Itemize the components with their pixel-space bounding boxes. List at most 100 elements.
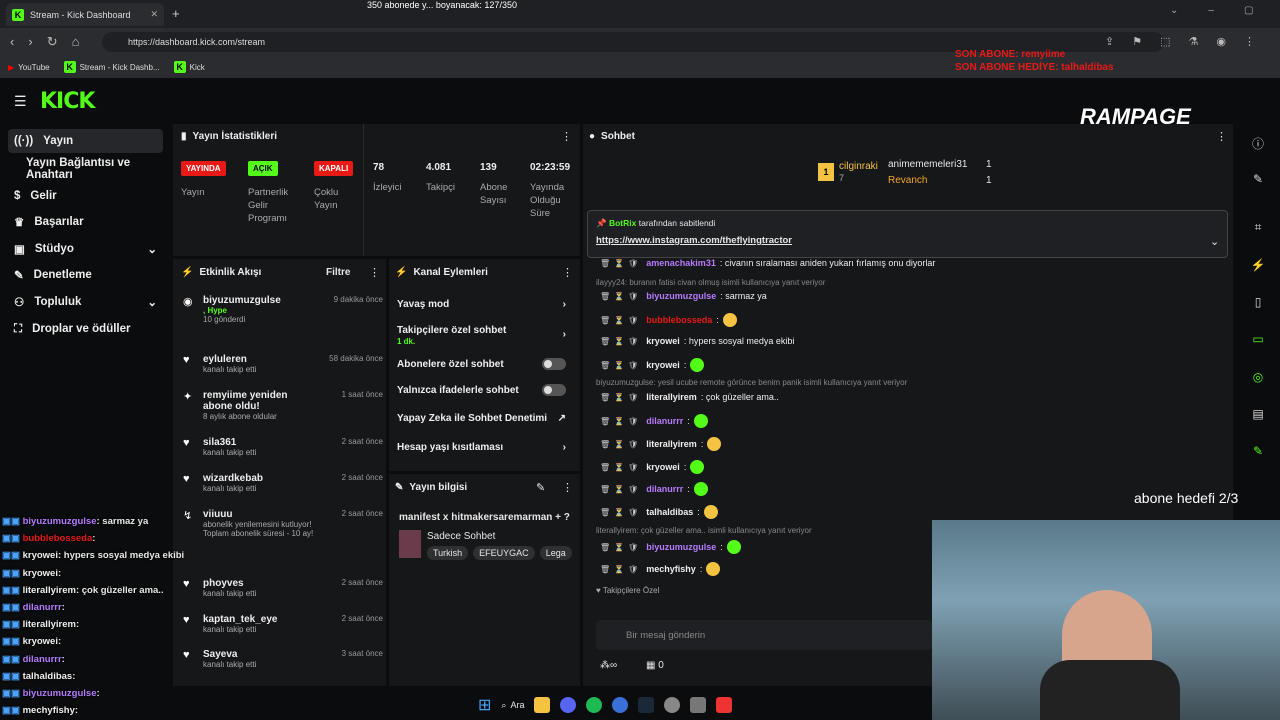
browser-icon[interactable]: [612, 697, 629, 713]
mod-actions-icon[interactable]: 🗑⏳🛡: [600, 393, 642, 402]
sidebar-item-droplar[interactable]: ⛶ Droplar ve ödüller: [8, 317, 163, 341]
more-icon[interactable]: ⋮: [561, 130, 572, 143]
camera-icon[interactable]: ⌗: [1240, 220, 1276, 235]
mod-actions-icon[interactable]: 🗑⏳🛡: [600, 565, 642, 574]
settings-icon[interactable]: [690, 697, 707, 713]
home-icon[interactable]: ⌂: [72, 34, 80, 50]
tag[interactable]: Lega: [539, 546, 572, 560]
new-tab-icon[interactable]: +: [172, 6, 180, 21]
steam-icon[interactable]: [638, 697, 655, 713]
chat-username[interactable]: talhaldibas: [646, 507, 693, 517]
broadcast-icon[interactable]: ◎: [1240, 370, 1276, 384]
account-age-row[interactable]: Hesap yaşı kısıtlaması ›: [389, 442, 574, 453]
chat-username[interactable]: kryowei: [646, 462, 680, 472]
bookmark-stream[interactable]: K Stream - Kick Dashb...: [63, 61, 160, 73]
mod-actions-icon[interactable]: 🗑⏳🛡: [600, 292, 642, 301]
mod-actions-icon[interactable]: 🗑⏳🛡: [600, 316, 642, 325]
mod-actions-icon[interactable]: 🗑⏳🛡: [600, 417, 642, 426]
profile-icon[interactable]: ◉: [1216, 35, 1226, 48]
share-icon[interactable]: ⇪: [1105, 35, 1114, 48]
followers-only-row[interactable]: Takipçilere özel sohbet 1 dk. ›: [389, 325, 574, 347]
storage-icon[interactable]: ▤: [1240, 407, 1276, 421]
sidebar-item-topluluk[interactable]: ⚇ Topluluk ⌄: [8, 290, 163, 314]
emote-only-row[interactable]: Yalnızca ifadelerle sohbet: [389, 384, 574, 396]
pencil-icon[interactable]: ✎: [1240, 172, 1276, 186]
bookmark-kick[interactable]: K Kick: [173, 61, 205, 73]
chat-username[interactable]: kryowei: [646, 336, 680, 346]
hamburger-icon[interactable]: ☰: [14, 93, 27, 110]
chat-username[interactable]: dilanurrr: [646, 416, 683, 426]
chevron-right-icon: ›: [562, 299, 566, 310]
app-icon[interactable]: [664, 697, 681, 713]
mod-actions-icon[interactable]: 🗑⏳🛡: [600, 337, 642, 346]
document-icon[interactable]: ▯: [1240, 295, 1276, 309]
chat-username[interactable]: bubblebosseda: [646, 315, 712, 325]
pinned-link[interactable]: https://www.instagram.com/theflyingtract…: [596, 235, 792, 246]
tab-close-icon[interactable]: ✕: [150, 9, 158, 20]
menu-icon[interactable]: ⋮: [1244, 35, 1255, 48]
chat-username[interactable]: literallyirem: [646, 439, 697, 449]
maximize-icon[interactable]: ▢: [1244, 5, 1253, 16]
chat-username[interactable]: amenachakim31: [646, 258, 716, 268]
bolt-icon[interactable]: ⚡: [1240, 258, 1276, 272]
extension-icon[interactable]: ⬚: [1160, 35, 1170, 48]
mod-actions-icon[interactable]: 🗑⏳🛡: [600, 463, 642, 472]
tag[interactable]: EFEUYGAC: [473, 546, 535, 560]
vivaldi-icon[interactable]: [716, 697, 733, 713]
sidebar-item-yayin[interactable]: ((·)) Yayın: [8, 129, 163, 153]
minimize-icon[interactable]: –: [1208, 5, 1214, 16]
info-icon[interactable]: ⓘ: [1240, 135, 1276, 152]
more-icon[interactable]: ⋮: [1216, 130, 1227, 143]
more-icon[interactable]: ⋮: [562, 266, 573, 279]
sidebar-item-denetleme[interactable]: ✎ Denetleme: [8, 263, 163, 287]
store-icon[interactable]: ▦ 0: [646, 660, 664, 671]
bookmark-icon[interactable]: ⚑: [1132, 35, 1142, 48]
taskbar-search[interactable]: ⌕ Ara: [501, 700, 524, 711]
spotify-icon[interactable]: [586, 697, 603, 713]
wrench-icon[interactable]: ✎: [1240, 444, 1276, 458]
subs-only-toggle[interactable]: [542, 358, 566, 370]
slow-mode-row[interactable]: Yavaş mod ›: [389, 299, 574, 310]
sidebar-item-stream-key[interactable]: Yayın Bağlantısı ve Anahtarı: [8, 157, 173, 181]
chat-username[interactable]: kryowei: [646, 360, 680, 370]
tag[interactable]: Turkish: [427, 546, 469, 560]
edit-icon[interactable]: ✎: [536, 481, 545, 494]
back-icon[interactable]: ‹: [10, 34, 14, 50]
filter-button[interactable]: Filtre: [326, 267, 350, 278]
chevron-down-icon[interactable]: ⌄: [1210, 235, 1219, 248]
chat-input[interactable]: Bir mesaj gönderin: [596, 620, 932, 650]
mod-actions-icon[interactable]: 🗑⏳🛡: [600, 361, 642, 370]
browser-tab[interactable]: K Stream - Kick Dashboard ✕: [6, 3, 164, 26]
points-icon[interactable]: ⁂∞: [600, 660, 617, 671]
more-icon[interactable]: ⋮: [369, 266, 380, 279]
more-icon[interactable]: ⋮: [562, 481, 573, 494]
discord-icon[interactable]: [560, 697, 577, 713]
flask-icon[interactable]: ⚗: [1189, 35, 1199, 48]
mod-actions-icon[interactable]: 🗑⏳🛡: [600, 440, 642, 449]
window-controls[interactable]: ⌄–▢✕: [1170, 5, 1280, 16]
sidebar-item-gelir[interactable]: $ Gelir: [8, 184, 163, 208]
chat-username[interactable]: biyuzumuzgulse: [646, 291, 716, 301]
bookmark-youtube[interactable]: ▶ YouTube: [8, 63, 50, 72]
sidebar-item-studyo[interactable]: ▣ Stüdyo ⌄: [8, 237, 163, 261]
sidebar-item-basarilar[interactable]: ♛ Başarılar: [8, 210, 163, 234]
reload-icon[interactable]: ↻: [47, 34, 58, 50]
last-sub-overlay: SON ABONE: remyiime SON ABONE HEDİYE: ta…: [955, 49, 1114, 73]
emote-only-toggle[interactable]: [542, 384, 566, 396]
windows-start-icon[interactable]: ⊞: [478, 695, 491, 715]
forward-icon[interactable]: ›: [28, 34, 32, 50]
chat-username[interactable]: mechyfishy: [646, 564, 696, 574]
mod-actions-icon[interactable]: 🗑⏳🛡: [600, 485, 642, 494]
file-explorer-icon[interactable]: [534, 697, 551, 713]
chat-username[interactable]: dilanurrr: [646, 484, 683, 494]
mod-actions-icon[interactable]: 🗑⏳🛡: [600, 259, 642, 268]
kick-logo[interactable]: KICK: [40, 89, 95, 114]
mod-actions-icon[interactable]: 🗑⏳🛡: [600, 508, 642, 517]
chat-username[interactable]: biyuzumuzgulse: [646, 542, 716, 552]
chat-username[interactable]: literallyirem: [646, 392, 697, 402]
mod-actions-icon[interactable]: 🗑⏳🛡: [600, 543, 642, 552]
ai-moderation-row[interactable]: Yapay Zeka ile Sohbet Denetimi ↗: [389, 413, 574, 424]
subs-only-row[interactable]: Abonelere özel sohbet: [389, 358, 574, 370]
chat-icon[interactable]: ▭: [1240, 332, 1276, 346]
tab-list-icon[interactable]: ⌄: [1170, 5, 1178, 16]
